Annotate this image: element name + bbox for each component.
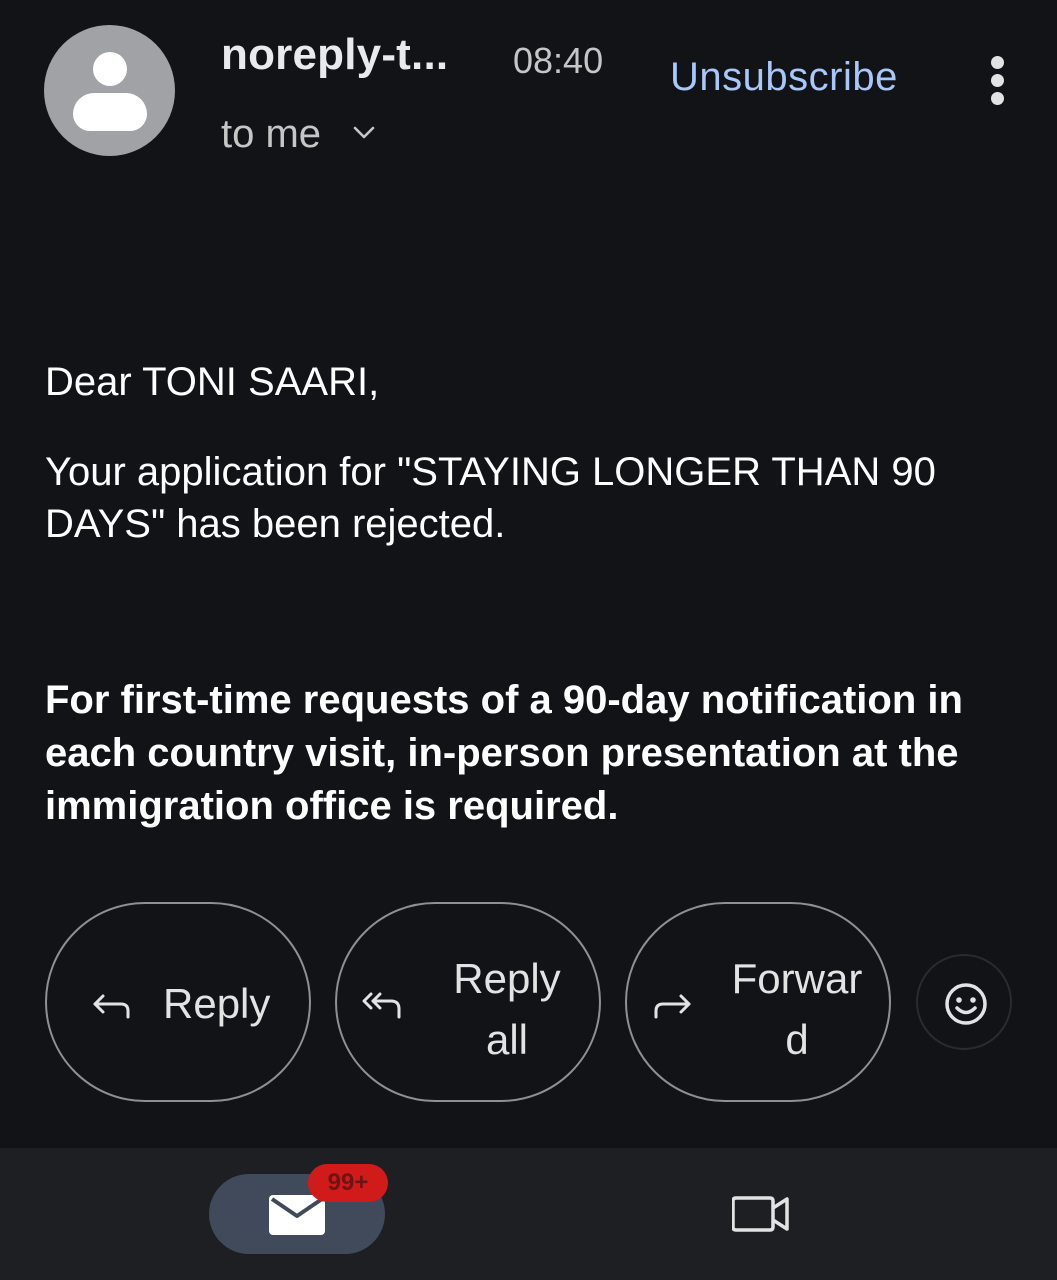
bottom-navigation: 99+ xyxy=(0,1148,1057,1280)
emoji-icon xyxy=(945,983,987,1025)
reply-button[interactable]: Reply xyxy=(45,902,311,1102)
video-icon[interactable] xyxy=(732,1192,790,1236)
reply-all-label-line1: Reply xyxy=(453,955,561,1002)
message-body: Your application for "STAYING LONGER THA… xyxy=(45,450,936,546)
forward-button[interactable]: Forwar d xyxy=(625,902,891,1102)
unsubscribe-link[interactable]: Unsubscribe xyxy=(670,55,898,100)
unread-count-badge: 99+ xyxy=(308,1164,388,1202)
reply-all-icon xyxy=(362,992,401,1019)
person-icon-head xyxy=(92,52,127,86)
mail-icon xyxy=(269,1195,325,1235)
recipient-label[interactable]: to me xyxy=(221,112,321,157)
person-icon-body xyxy=(72,93,147,131)
sender-name[interactable]: noreply-t... xyxy=(221,30,448,80)
forward-label-line2: d xyxy=(785,1016,809,1063)
reply-label: Reply xyxy=(163,980,271,1027)
forward-label-line1: Forwar xyxy=(731,955,863,1002)
reply-all-button[interactable]: Reply all xyxy=(335,902,601,1102)
message-greeting: Dear TONI SAARI, xyxy=(45,360,380,404)
message-notice: For first-time requests of a 90-day noti… xyxy=(45,678,963,828)
email-view: noreply-t... 08:40 Unsubscribe to me Dea… xyxy=(0,0,1057,1280)
reply-icon xyxy=(93,994,130,1019)
reply-all-label-line2: all xyxy=(485,1016,529,1063)
reply-all-label: Reply all xyxy=(437,948,577,1070)
more-vert-icon[interactable] xyxy=(985,56,1009,106)
emoji-reaction-button[interactable] xyxy=(916,954,1012,1050)
received-time: 08:40 xyxy=(513,40,604,81)
forward-label: Forwar d xyxy=(723,948,871,1070)
forward-icon xyxy=(654,994,691,1019)
sender-avatar[interactable] xyxy=(44,25,175,156)
chevron-down-icon[interactable] xyxy=(352,124,376,142)
